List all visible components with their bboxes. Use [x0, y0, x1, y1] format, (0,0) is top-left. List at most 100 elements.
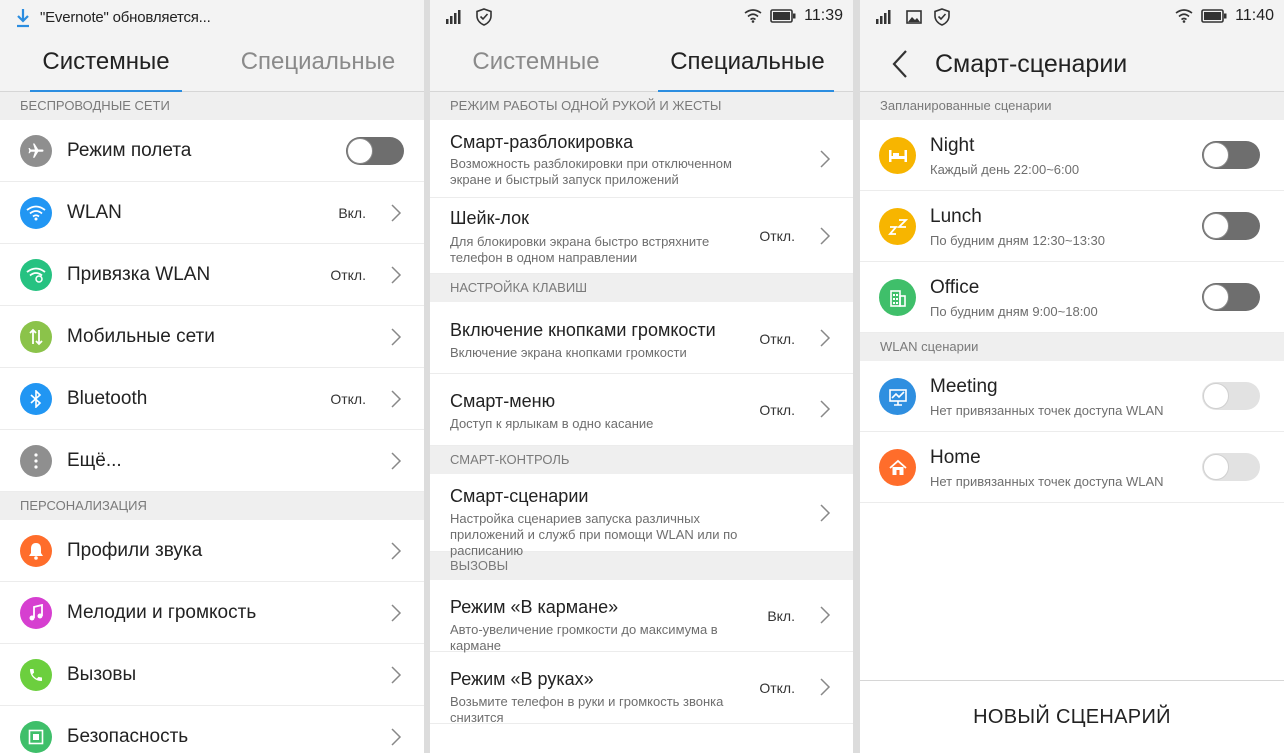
- settings-item-in-hand-mode[interactable]: Режим «В руках» Возьмите телефон в руки …: [430, 652, 853, 725]
- scenario-schedule: По будним дням 12:30~13:30: [930, 233, 1105, 248]
- chevron-right-icon: [819, 226, 831, 246]
- settings-item-volume-wake[interactable]: Включение кнопками громкости Включение э…: [430, 302, 853, 374]
- tab-bar: Системные Специальные: [0, 36, 424, 92]
- settings-item-sound-profiles[interactable]: Профили звука: [0, 520, 424, 582]
- item-label: Ещё...: [67, 449, 122, 471]
- tab-special[interactable]: Специальные: [212, 36, 424, 92]
- item-label: Мобильные сети: [67, 325, 215, 347]
- settings-item-wlan[interactable]: WLAN Вкл.: [0, 182, 424, 244]
- chevron-right-icon: [390, 327, 402, 347]
- chevron-right-icon: [819, 399, 831, 419]
- section-header: РЕЖИМ РАБОТЫ ОДНОЙ РУКОЙ И ЖЕСТЫ: [430, 92, 853, 120]
- new-scenario-button[interactable]: НОВЫЙ СЦЕНАРИЙ: [860, 680, 1284, 753]
- status-bar: "Evernote" обновляется...: [0, 0, 424, 36]
- scenario-schedule: По будним дням 9:00~18:00: [930, 304, 1098, 319]
- section-header: ПЕРСОНАЛИЗАЦИЯ: [0, 492, 424, 520]
- scenario-toggle[interactable]: [1202, 141, 1260, 169]
- item-subtitle: Включение экрана кнопками громкости: [450, 345, 687, 360]
- item-subtitle: Возможность разблокировки при отключенно…: [450, 156, 732, 187]
- security-icon: [20, 720, 52, 753]
- status-bar: 11:39: [430, 0, 853, 36]
- chevron-right-icon: [819, 605, 831, 625]
- tab-special[interactable]: Специальные: [642, 36, 853, 92]
- chevron-right-icon: [390, 665, 402, 685]
- item-label: Безопасность: [67, 725, 189, 747]
- item-label: WLAN: [67, 201, 122, 223]
- settings-item-smart-scenarios[interactable]: Смарт-сценарии Настройка сценариев запус…: [430, 474, 853, 558]
- scenario-item-lunch[interactable]: Lunch По будним дням 12:30~13:30: [860, 191, 1284, 262]
- item-value: Откл.: [759, 680, 795, 696]
- settings-special-panel: 11:39 Системные Специальные РЕЖИМ РАБОТЫ…: [430, 0, 853, 753]
- item-value: Откл.: [759, 228, 795, 244]
- chevron-right-icon: [819, 328, 831, 348]
- section-header: Запланированные сценарии: [860, 92, 1284, 120]
- scenario-schedule: Каждый день 22:00~6:00: [930, 162, 1080, 177]
- signal-icon: [446, 10, 461, 24]
- back-arrow-icon[interactable]: [890, 48, 910, 80]
- notification-text: "Evernote" обновляется...: [40, 9, 211, 26]
- item-value: Вкл.: [767, 608, 795, 624]
- presentation-icon: [879, 378, 916, 415]
- scenario-toggle[interactable]: [1202, 453, 1260, 481]
- shield-icon: [934, 8, 950, 26]
- smart-scenarios-panel: 11:40 Смарт-сценарии Запланированные сце…: [860, 0, 1284, 753]
- scenario-item-home[interactable]: Home Нет привязанных точек доступа WLAN: [860, 432, 1284, 503]
- status-time: 11:39: [804, 7, 843, 24]
- item-title: Шейк-лок: [450, 208, 530, 228]
- settings-item-airplane-mode[interactable]: Режим полета: [0, 120, 424, 182]
- scenario-toggle[interactable]: [1202, 212, 1260, 240]
- bell-icon: [20, 534, 52, 567]
- item-label: Профили звука: [67, 539, 203, 561]
- item-subtitle: Авто-увеличение громкости до максимума в…: [450, 622, 718, 653]
- wifi-status-icon: [1175, 9, 1193, 23]
- tab-system[interactable]: Системные: [430, 36, 642, 92]
- status-time: 11:40: [1235, 7, 1274, 24]
- scenario-item-night[interactable]: Night Каждый день 22:00~6:00: [860, 120, 1284, 191]
- item-subtitle: Для блокировки экрана быстро встряхните …: [450, 234, 710, 265]
- settings-item-pocket-mode[interactable]: Режим «В кармане» Авто-увеличение громко…: [430, 580, 853, 653]
- item-value: Откл.: [759, 402, 795, 418]
- scenario-item-office[interactable]: Office По будним дням 9:00~18:00: [860, 262, 1284, 333]
- chevron-right-icon: [390, 541, 402, 561]
- item-label: Bluetooth: [67, 387, 148, 409]
- status-bar: 11:40: [860, 0, 1284, 36]
- settings-item-bluetooth[interactable]: Bluetooth Откл.: [0, 368, 424, 430]
- settings-item-ringtones[interactable]: Мелодии и громкость: [0, 582, 424, 644]
- home-icon: [879, 449, 916, 486]
- settings-item-smart-unlock[interactable]: Смарт-разблокировка Возможность разблоки…: [430, 120, 853, 198]
- battery-icon: [770, 9, 796, 23]
- item-title: Режим «В кармане»: [450, 597, 619, 617]
- item-title: Смарт-меню: [450, 391, 556, 411]
- item-label: Режим полета: [67, 139, 192, 161]
- tab-system[interactable]: Системные: [0, 36, 212, 92]
- settings-item-more[interactable]: Ещё...: [0, 430, 424, 492]
- settings-system-panel: "Evernote" обновляется... Системные Спец…: [0, 0, 424, 753]
- settings-item-wlan-tethering[interactable]: Привязка WLAN Откл.: [0, 244, 424, 306]
- app-bar: Смарт-сценарии: [860, 36, 1284, 92]
- scenario-toggle[interactable]: [1202, 283, 1260, 311]
- airplane-mode-toggle[interactable]: [346, 137, 404, 165]
- section-header: WLAN сценарии: [860, 333, 1284, 361]
- item-title: Режим «В руках»: [450, 669, 594, 689]
- scenario-item-meeting[interactable]: Meeting Нет привязанных точек доступа WL…: [860, 361, 1284, 432]
- tab-bar: Системные Специальные: [430, 36, 853, 92]
- settings-item-smart-menu[interactable]: Смарт-меню Доступ к ярлыкам в одно касан…: [430, 374, 853, 446]
- chevron-right-icon: [390, 603, 402, 623]
- active-tab-indicator: [658, 90, 834, 92]
- scenario-wlan-status: Нет привязанных точек доступа WLAN: [930, 403, 1164, 418]
- chevron-right-icon: [390, 727, 402, 747]
- sleep-zz-icon: [879, 208, 916, 245]
- settings-item-security[interactable]: Безопасность: [0, 706, 424, 753]
- scenario-title: Lunch: [930, 206, 982, 227]
- item-value: Откл.: [330, 266, 366, 283]
- image-icon: [906, 10, 922, 24]
- settings-item-calls[interactable]: Вызовы: [0, 644, 424, 706]
- signal-icon: [876, 10, 891, 24]
- settings-item-shake-lock[interactable]: Шейк-лок Для блокировки экрана быстро вс…: [430, 198, 853, 274]
- chevron-right-icon: [819, 149, 831, 169]
- settings-item-mobile-networks[interactable]: Мобильные сети: [0, 306, 424, 368]
- bed-icon: [879, 137, 916, 174]
- wifi-icon: [20, 196, 52, 229]
- item-title: Смарт-разблокировка: [450, 132, 634, 152]
- scenario-toggle[interactable]: [1202, 382, 1260, 410]
